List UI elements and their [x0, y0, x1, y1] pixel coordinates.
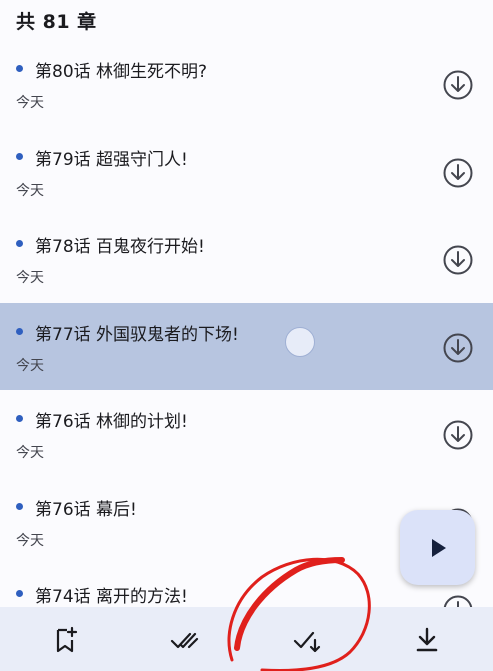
chapter-title: 第80话 林御生死不明?: [35, 62, 208, 82]
chapter-title: 第74话 离开的方法!: [35, 587, 188, 607]
chapter-row[interactable]: 第80话 林御生死不明? 今天: [0, 40, 493, 128]
download-circle-icon[interactable]: [443, 70, 473, 100]
chapter-title: 第76话 林御的计划!: [35, 412, 188, 432]
chapter-list-header: 共 81 章: [0, 0, 493, 40]
unread-dot: [16, 590, 23, 597]
unread-dot: [16, 415, 23, 422]
chapter-date: 今天: [16, 445, 44, 461]
download-circle-icon[interactable]: [443, 245, 473, 275]
chapter-date: 今天: [16, 532, 44, 549]
download-circle-icon[interactable]: [443, 333, 473, 363]
unread-dot: [16, 65, 23, 72]
chapter-row[interactable]: 第78话 百鬼夜行开始! 今天: [0, 215, 493, 303]
unread-dot: [16, 502, 23, 510]
touch-indicator: [285, 327, 315, 357]
chapter-row[interactable]: 第77话 外国驭鬼者的下场! 今天: [0, 302, 493, 390]
chapter-count-label: 共 81 章: [16, 11, 97, 33]
bottom-action-bar: [0, 607, 493, 671]
download-circle-icon[interactable]: [443, 158, 473, 188]
chapter-date: 今天: [16, 95, 44, 111]
download-circle-icon[interactable]: [443, 420, 473, 450]
chapter-row[interactable]: 第76话 林御的计划! 今天: [0, 390, 493, 478]
chapter-date: 今天: [16, 357, 44, 374]
resume-reading-fab[interactable]: [400, 510, 475, 585]
chapter-title: 第78话 百鬼夜行开始!: [35, 237, 205, 257]
unread-dot: [16, 152, 23, 160]
chapter-date: 今天: [16, 270, 44, 286]
unread-dot: [16, 240, 23, 247]
done-all-icon[interactable]: [170, 625, 200, 655]
chapter-title: 第76话 幕后!: [35, 499, 137, 520]
play-icon: [432, 539, 446, 557]
download-icon[interactable]: [412, 625, 442, 655]
done-below-icon[interactable]: [292, 625, 322, 655]
bookmark-add-icon[interactable]: [51, 625, 81, 655]
chapter-title: 第77话 外国驭鬼者的下场!: [35, 324, 239, 345]
chapter-title: 第79话 超强守门人!: [35, 149, 188, 170]
chapter-row[interactable]: 第79话 超强守门人! 今天: [0, 128, 493, 216]
unread-dot: [16, 327, 23, 335]
chapter-date: 今天: [16, 182, 44, 199]
